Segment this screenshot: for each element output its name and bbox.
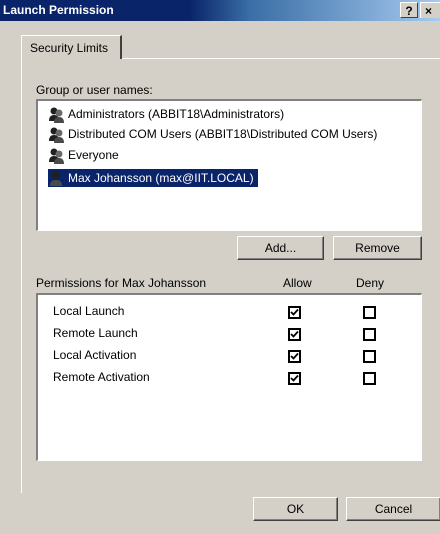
- window-title: Launch Permission: [3, 3, 114, 17]
- group-user-list[interactable]: Administrators (ABBIT18\Administrators) …: [36, 99, 422, 231]
- user-group-icon: [49, 107, 64, 123]
- allow-checkbox[interactable]: [288, 328, 301, 341]
- list-item[interactable]: Everyone: [48, 146, 119, 164]
- close-button[interactable]: ×: [420, 2, 440, 18]
- title-bar[interactable]: Launch Permission ? ×: [0, 0, 440, 21]
- permissions-label: Permissions for Max Johansson: [36, 276, 207, 290]
- cancel-button[interactable]: Cancel: [346, 497, 440, 521]
- tab-label: Security Limits: [30, 41, 109, 55]
- deny-checkbox[interactable]: [363, 328, 376, 341]
- list-item-label: Max Johansson (max@IIT.LOCAL): [68, 171, 254, 185]
- deny-header: Deny: [356, 276, 385, 290]
- allow-checkbox[interactable]: [288, 372, 301, 385]
- permission-name: Remote Activation: [53, 370, 150, 384]
- permission-name: Remote Launch: [53, 326, 138, 340]
- list-item-label: Everyone: [68, 148, 119, 162]
- checkmark-icon: [290, 308, 299, 316]
- user-group-icon: [49, 127, 64, 143]
- checkmark-icon: [290, 330, 299, 338]
- permission-row: Local Activation: [38, 346, 418, 368]
- group-names-label-text: Group or user names:: [36, 83, 153, 97]
- permission-name: Local Launch: [53, 304, 125, 318]
- help-button[interactable]: ?: [400, 2, 418, 18]
- checkmark-icon: [290, 374, 299, 382]
- ok-button[interactable]: OK: [253, 497, 338, 521]
- allow-header: Allow: [283, 276, 312, 290]
- remove-button[interactable]: Remove: [333, 236, 422, 260]
- list-item[interactable]: Administrators (ABBIT18\Administrators): [48, 105, 284, 123]
- permission-name: Local Activation: [53, 348, 137, 362]
- list-item[interactable]: Distributed COM Users (ABBIT18\Distribut…: [48, 125, 377, 143]
- permission-row: Remote Activation: [38, 368, 418, 390]
- permissions-list: Local Launch Remote Launch Local Activat…: [36, 293, 422, 461]
- list-item-selected[interactable]: Max Johansson (max@IIT.LOCAL): [48, 169, 258, 187]
- permission-row: Local Launch: [38, 302, 418, 324]
- permission-row: Remote Launch: [38, 324, 418, 346]
- user-group-icon: [49, 148, 64, 164]
- allow-checkbox[interactable]: [288, 306, 301, 319]
- group-names-label: Group or user names:: [36, 83, 153, 97]
- user-icon: [50, 170, 62, 186]
- list-item-label: Administrators (ABBIT18\Administrators): [68, 107, 285, 121]
- allow-checkbox[interactable]: [288, 350, 301, 363]
- deny-checkbox[interactable]: [363, 306, 376, 319]
- deny-checkbox[interactable]: [363, 372, 376, 385]
- list-item-label: Distributed COM Users (ABBIT18\Distribut…: [68, 127, 378, 141]
- checkmark-icon: [290, 352, 299, 360]
- tab-security-limits[interactable]: Security Limits: [21, 35, 122, 59]
- deny-checkbox[interactable]: [363, 350, 376, 363]
- add-button[interactable]: Add...: [237, 236, 324, 260]
